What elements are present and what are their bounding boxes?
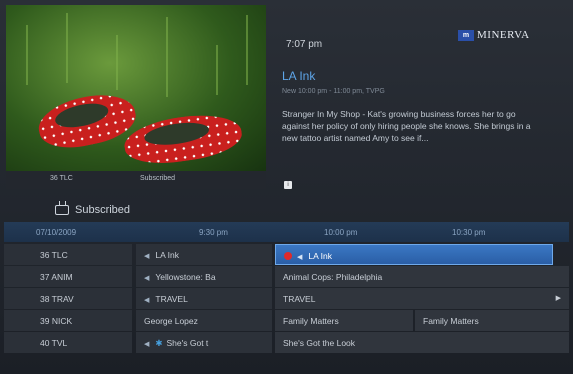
star-icon: ✱: [155, 338, 163, 348]
program-info-panel: 7:07 pm m MINERVA LA Ink New 10:00 pm - …: [268, 5, 568, 190]
preview-channel: 36 TLC: [50, 175, 73, 182]
back-arrow-icon: ◀: [297, 254, 303, 261]
time-slot-3: 10:30 pm: [452, 228, 486, 237]
program-cell[interactable]: ◀ Yellowstone: Ba: [136, 266, 272, 287]
logo-mark-icon: m: [458, 29, 474, 41]
channel-label[interactable]: 40 TVL: [4, 332, 132, 353]
channel-row: 37 ANIM ◀ Yellowstone: Ba Animal Cops: Ph…: [4, 266, 569, 288]
info-icon[interactable]: i: [284, 181, 292, 189]
back-arrow-icon: ◀: [144, 297, 150, 304]
channel-row: 39 NICK George Lopez Family Matters Fami…: [4, 310, 569, 332]
channel-label[interactable]: 36 TLC: [4, 244, 132, 265]
channel-row: 40 TVL ◀ ✱ She's Got t She's Got the Look: [4, 332, 569, 354]
guide-date: 07/10/2009: [36, 228, 77, 237]
video-preview: [6, 5, 266, 171]
minerva-logo: m MINERVA: [458, 29, 530, 41]
program-title: LA Ink: [282, 69, 316, 83]
time-bar: 07/10/2009 9:30 pm 10:00 pm 10:30 pm: [4, 222, 569, 242]
program-cell-selected[interactable]: ◀ LA Ink: [275, 244, 553, 265]
program-cell[interactable]: ◀ ✱ She's Got t: [136, 332, 272, 353]
record-icon: [284, 252, 292, 260]
tv-icon: [55, 205, 69, 215]
program-cell[interactable]: George Lopez: [136, 310, 272, 331]
red-shoe-right: [121, 109, 245, 169]
program-cell[interactable]: Family Matters: [275, 310, 413, 331]
program-cell[interactable]: ◀ TRAVEL: [136, 288, 272, 309]
forward-arrow-icon: ▶: [555, 295, 561, 302]
channel-label[interactable]: 38 TRAV: [4, 288, 132, 309]
program-description: Stranger In My Shop - Kat's growing busi…: [282, 109, 531, 143]
preview-label: Subscribed: [140, 175, 176, 182]
guide-filter-label[interactable]: Subscribed: [55, 204, 130, 216]
logo-name: MINERVA: [477, 29, 530, 41]
filter-name: Subscribed: [75, 204, 131, 216]
channel-label[interactable]: 37 ANIM: [4, 266, 132, 287]
program-cell[interactable]: She's Got the Look: [275, 332, 569, 353]
guide-screen: 36 TLC Subscribed 7:07 pm m MINERVA LA I…: [0, 0, 573, 374]
time-slot-2: 10:00 pm: [324, 228, 358, 237]
program-cell[interactable]: Animal Cops: Philadelphia: [275, 266, 569, 287]
channel-row: 38 TRAV ◀ TRAVEL TRAVEL ▶: [4, 288, 569, 310]
back-arrow-icon: ◀: [144, 275, 150, 282]
back-arrow-icon: ◀: [144, 253, 150, 260]
preview-caption: 36 TLC Subscribed: [6, 171, 266, 189]
current-time: 7:07 pm: [286, 39, 323, 50]
channel-label[interactable]: 39 NICK: [4, 310, 132, 331]
channel-row: 36 TLC ◀ LA Ink ◀ LA Ink: [4, 244, 569, 266]
back-arrow-icon: ◀: [144, 341, 150, 348]
time-slot-1: 9:30 pm: [199, 228, 228, 237]
program-cell[interactable]: TRAVEL ▶: [275, 288, 569, 309]
program-cell[interactable]: ◀ LA Ink: [136, 244, 272, 265]
program-cell[interactable]: Family Matters: [415, 310, 569, 331]
program-meta: New 10:00 pm - 11:00 pm, TVPG: [282, 88, 385, 95]
